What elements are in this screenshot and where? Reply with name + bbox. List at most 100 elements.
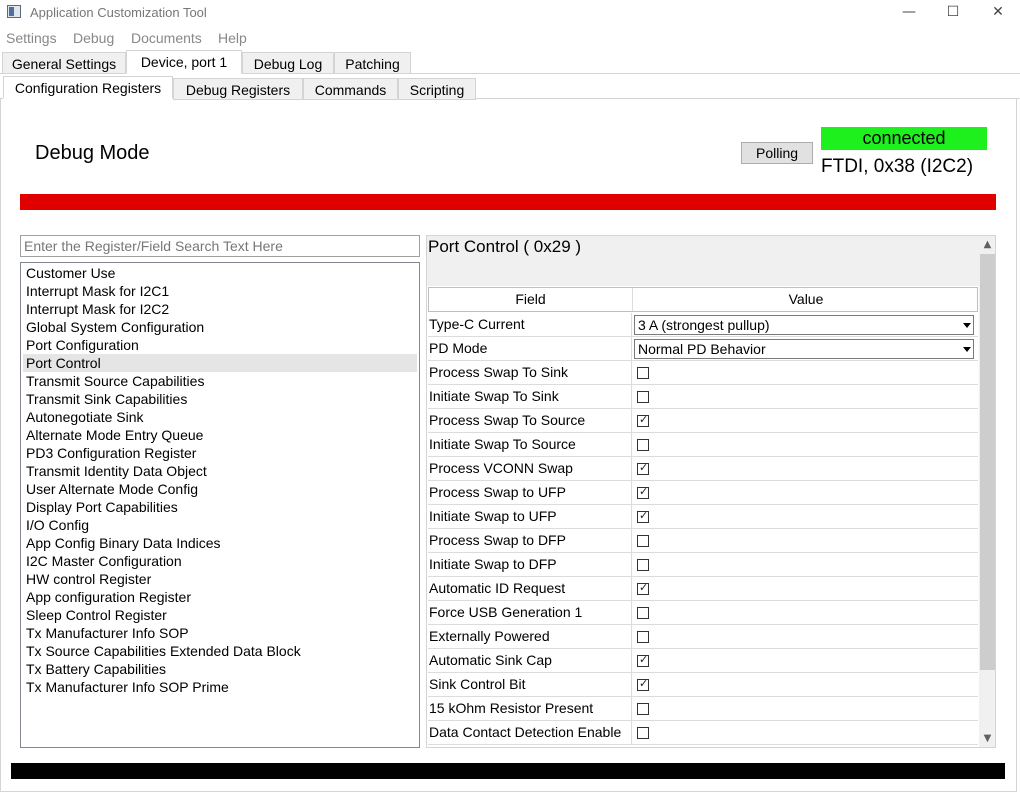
checkmark-icon: ✓ [639,677,649,690]
value-checkbox[interactable] [637,703,649,715]
menu-settings[interactable]: Settings [6,30,57,46]
value-checkbox[interactable] [637,607,649,619]
field-label: PD Mode [428,337,632,360]
list-item[interactable]: Tx Source Capabilities Extended Data Blo… [23,642,417,660]
value-checkbox[interactable] [637,535,649,547]
list-item[interactable]: I/O Config [23,516,417,534]
tab-device-port-1[interactable]: Device, port 1 [126,50,242,74]
menu-documents[interactable]: Documents [131,30,202,46]
value-checkbox[interactable]: ✓ [637,509,649,523]
list-item[interactable]: App Config Binary Data Indices [23,534,417,552]
connection-info: FTDI, 0x38 (I2C2) [821,156,974,177]
value-checkbox[interactable] [637,391,649,403]
status-banner [20,194,996,210]
value-cell: Normal PD Behavior [632,337,978,360]
list-item[interactable]: I2C Master Configuration [23,552,417,570]
tab-commands[interactable]: Commands [303,78,398,100]
field-label: Data Contact Detection Enable [428,721,632,744]
value-checkbox[interactable]: ✓ [637,485,649,499]
value-cell: ✓ [632,649,978,672]
grid-row: Data Contact Detection Enable [428,721,978,745]
checkmark-icon: ✓ [639,485,649,498]
checkmark-icon: ✓ [639,581,649,594]
tab-general-settings[interactable]: General Settings [2,52,126,74]
detail-scrollbar[interactable]: ▲ ▼ [979,236,995,747]
tab-configuration-registers[interactable]: Configuration Registers [3,76,173,99]
list-item[interactable]: PD3 Configuration Register [23,444,417,462]
value-cell [632,553,978,576]
scroll-up-icon[interactable]: ▲ [979,236,995,253]
grid-row: Process Swap To Source ✓ [428,409,978,433]
value-cell: ✓ [632,577,978,600]
list-item[interactable]: Alternate Mode Entry Queue [23,426,417,444]
menu-debug[interactable]: Debug [73,30,114,46]
field-label: Externally Powered [428,625,632,648]
register-list[interactable]: Customer Use Interrupt Mask for I2C1 Inter… [20,262,420,748]
list-item[interactable]: Customer Use [23,264,417,282]
minimize-button[interactable]: — [886,0,932,26]
value-cell [632,697,978,720]
list-item[interactable]: User Alternate Mode Config [23,480,417,498]
list-item[interactable]: Transmit Identity Data Object [23,462,417,480]
value-dropdown[interactable]: 3 A (strongest pullup) [634,315,974,335]
tab-debug-log[interactable]: Debug Log [242,52,334,74]
field-label: Automatic ID Request [428,577,632,600]
list-item[interactable]: HW control Register [23,570,417,588]
value-checkbox[interactable] [637,631,649,643]
field-label: Initiate Swap to DFP [428,553,632,576]
value-checkbox[interactable]: ✓ [637,461,649,475]
dropdown-selected-value: 3 A (strongest pullup) [638,317,770,333]
tab-debug-registers[interactable]: Debug Registers [173,78,303,100]
register-title: Port Control ( 0x29 ) [428,237,582,256]
scroll-down-icon[interactable]: ▼ [979,730,995,747]
close-button[interactable]: ✕ [975,0,1020,26]
list-item[interactable]: Autonegotiate Sink [23,408,417,426]
value-cell: ✓ [632,481,978,504]
app-icon [7,5,21,18]
menu-help[interactable]: Help [218,30,247,46]
value-cell [632,529,978,552]
list-item[interactable]: Transmit Sink Capabilities [23,390,417,408]
grid-row: Force USB Generation 1 [428,601,978,625]
value-checkbox[interactable]: ✓ [637,653,649,667]
field-label: Process Swap To Source [428,409,632,432]
field-label: Process Swap to UFP [428,481,632,504]
tab-patching[interactable]: Patching [334,52,411,74]
value-checkbox[interactable] [637,367,649,379]
scrollbar-thumb[interactable] [980,254,995,670]
register-search-input[interactable] [20,235,420,257]
list-item[interactable]: Sleep Control Register [23,606,417,624]
value-cell [632,385,978,408]
value-cell: ✓ [632,673,978,696]
list-item[interactable]: Interrupt Mask for I2C1 [23,282,417,300]
value-checkbox[interactable] [637,439,649,451]
title-bar: Application Customization Tool — ☐ ✕ [0,0,1020,26]
grid-row: Process VCONN Swap ✓ [428,457,978,481]
list-item[interactable]: Display Port Capabilities [23,498,417,516]
value-checkbox[interactable]: ✓ [637,677,649,691]
value-dropdown[interactable]: Normal PD Behavior [634,339,974,359]
value-checkbox[interactable] [637,727,649,739]
list-item[interactable]: App configuration Register [23,588,417,606]
list-item[interactable]: Global System Configuration [23,318,417,336]
value-cell: ✓ [632,505,978,528]
list-item[interactable]: Transmit Source Capabilities [23,372,417,390]
grid-row: Initiate Swap to UFP ✓ [428,505,978,529]
value-checkbox[interactable]: ✓ [637,581,649,595]
list-item[interactable]: Port Control [23,354,417,372]
list-item[interactable]: Tx Manufacturer Info SOP Prime [23,678,417,696]
chevron-down-icon[interactable] [963,323,971,328]
list-item[interactable]: Tx Manufacturer Info SOP [23,624,417,642]
field-column-header: Field [429,288,633,311]
value-checkbox[interactable]: ✓ [637,413,649,427]
maximize-button[interactable]: ☐ [930,0,976,26]
chevron-down-icon[interactable] [963,347,971,352]
value-checkbox[interactable] [637,559,649,571]
list-item[interactable]: Port Configuration [23,336,417,354]
value-cell: ✓ [632,409,978,432]
tab-scripting[interactable]: Scripting [398,78,476,100]
list-item[interactable]: Interrupt Mask for I2C2 [23,300,417,318]
list-item[interactable]: Tx Battery Capabilities [23,660,417,678]
grid-row: PD Mode Normal PD Behavior [428,337,978,361]
polling-button[interactable]: Polling [741,142,813,164]
